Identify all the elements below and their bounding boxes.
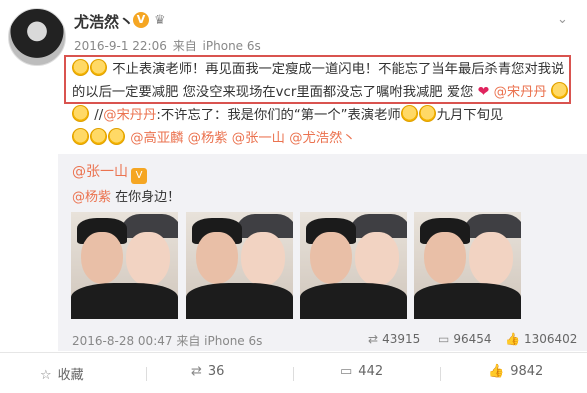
repost-header: @张一山 V — [72, 161, 147, 184]
comment-icon: ▭ — [340, 364, 353, 379]
source-prefix: 来自 — [172, 39, 197, 53]
repost-icon: ⇄ — [191, 364, 202, 379]
repost-meta: 2016-8-28 00:47 来自 iPhone 6s — [72, 332, 262, 349]
repost-author[interactable]: @张一山 — [72, 164, 128, 180]
photo-thumbnail[interactable] — [186, 212, 293, 319]
comment-count[interactable]: ▭ 96454 — [438, 332, 492, 346]
heart-icon: ❤ — [477, 84, 490, 100]
mention-link[interactable]: @宋丹丹 — [494, 85, 547, 100]
repost-separator: // — [94, 108, 104, 123]
smile-emoji-icon — [108, 128, 125, 145]
smile-emoji-icon — [418, 105, 436, 122]
star-icon: ☆ — [40, 368, 52, 383]
like-count[interactable]: 👍 1306402 — [505, 332, 577, 346]
like-button[interactable]: 👍 9842 — [488, 364, 543, 379]
smile-emoji-icon — [400, 105, 418, 122]
smile-emoji-icon — [72, 105, 89, 122]
repost-date[interactable]: 2016-8-28 00:47 — [72, 334, 173, 348]
avatar[interactable] — [8, 8, 66, 66]
like-count-value: 1306402 — [523, 332, 578, 346]
quoted-text: :不许忘了：我是你们的“第一个”表演老师 — [156, 108, 401, 123]
photo-thumbnail[interactable] — [300, 212, 407, 319]
photo-thumbnail[interactable] — [71, 212, 178, 319]
thumbs-up-icon: 👍 — [488, 364, 505, 379]
crown-icon: ♛ — [154, 13, 166, 28]
mention-link[interactable]: @高亚麟 — [130, 131, 183, 146]
repost-button[interactable]: ⇄ 36 — [191, 364, 224, 379]
divider — [146, 367, 147, 381]
post-text: 不止表演老师！再见面我一定瘦成一道闪电！不能忘了当年最后杀青您对我说的以后一定要… — [72, 62, 565, 100]
mention-link[interactable]: @杨紫 — [72, 190, 111, 205]
divider — [440, 367, 441, 381]
mention-link[interactable]: @宋丹丹 — [103, 108, 156, 123]
mention-link[interactable]: @尤浩然丶 — [289, 131, 355, 146]
author-name[interactable]: 尤浩然丶 — [74, 11, 134, 32]
mention-link[interactable]: @张一山 — [232, 131, 285, 146]
divider — [293, 367, 294, 381]
post-meta: 2016-9-1 22:06 来自 iPhone 6s — [74, 37, 261, 54]
comment-button[interactable]: ▭ 442 — [340, 364, 383, 379]
smile-emoji-icon — [72, 59, 89, 76]
repost-label: 36 — [207, 364, 225, 379]
comment-label: 442 — [358, 364, 384, 379]
repost-device[interactable]: iPhone 6s — [204, 334, 262, 348]
verified-badge: V — [133, 12, 149, 28]
smile-emoji-icon — [90, 128, 107, 145]
photo-thumbnail[interactable] — [414, 212, 521, 319]
repost-box[interactable]: @张一山 V @杨紫 在你身边！ 2016-8-28 00:47 来自 iPhon… — [58, 154, 587, 351]
post-content: 不止表演老师！再见面我一定瘦成一道闪电！不能忘了当年最后杀青您对我说的以后一定要… — [72, 58, 577, 150]
repost-icon: ⇄ — [368, 332, 379, 346]
repost-text: @杨紫 在你身边！ — [72, 186, 180, 205]
smile-emoji-icon — [90, 59, 107, 76]
comment-icon: ▭ — [438, 332, 450, 346]
repost-count-value: 43915 — [382, 332, 421, 346]
verified-badge: V — [131, 168, 147, 184]
comment-count-value: 96454 — [453, 332, 492, 346]
smile-emoji-icon — [72, 128, 89, 145]
source-prefix: 来自 — [176, 334, 201, 348]
favorite-label: 收藏 — [57, 368, 84, 383]
like-label: 9842 — [510, 364, 544, 379]
quoted-text-end: 九月下旬见 — [436, 108, 504, 123]
repost-count[interactable]: ⇄ 43915 — [368, 332, 420, 346]
smile-emoji-icon — [551, 82, 569, 99]
favorite-button[interactable]: ☆ 收藏 — [40, 364, 84, 383]
post-date[interactable]: 2016-9-1 22:06 — [74, 39, 167, 53]
chevron-down-icon[interactable]: ⌄ — [557, 12, 568, 27]
thumbs-up-icon: 👍 — [505, 332, 520, 346]
post-device[interactable]: iPhone 6s — [203, 39, 261, 53]
mention-link[interactable]: @杨紫 — [188, 131, 228, 146]
action-bar: ☆ 收藏 ⇄ 36 ▭ 442 👍 9842 — [0, 352, 587, 393]
repost-body: 在你身边！ — [111, 190, 181, 205]
